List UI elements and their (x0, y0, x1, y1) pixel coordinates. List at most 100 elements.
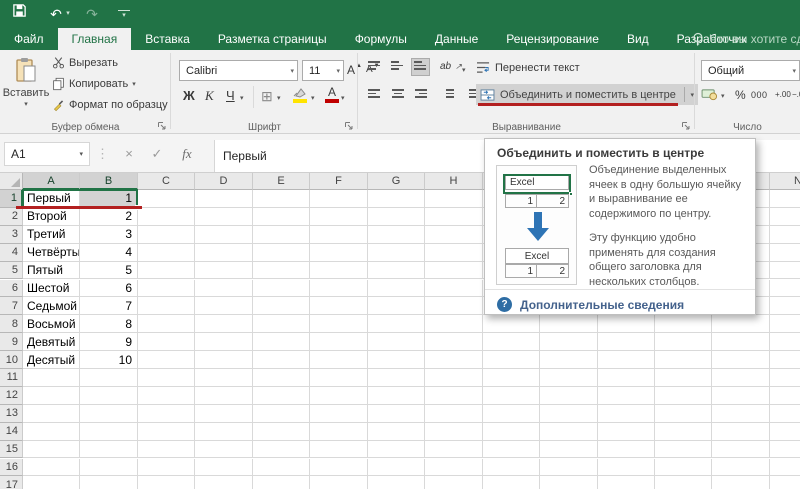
cell-H10[interactable] (425, 351, 483, 369)
cell-C16[interactable] (138, 458, 195, 477)
cell-I10[interactable] (483, 351, 540, 369)
cell-C1[interactable] (138, 190, 195, 208)
cell-F7[interactable] (310, 297, 368, 316)
cell-F15[interactable] (310, 440, 368, 459)
cell-L9[interactable] (655, 333, 712, 352)
row-header-17[interactable]: 17 (0, 476, 23, 489)
cell-H5[interactable] (425, 261, 483, 280)
cell-N8[interactable] (770, 315, 800, 334)
name-box[interactable]: A1 ▾ (4, 142, 90, 166)
cell-C8[interactable] (138, 315, 195, 334)
cell-N5[interactable] (770, 262, 800, 280)
cell-A14[interactable] (23, 422, 80, 441)
cell-J8[interactable] (540, 315, 598, 334)
cell-N9[interactable] (770, 333, 800, 352)
cell-I15[interactable] (483, 440, 540, 459)
cell-B11[interactable] (80, 369, 138, 387)
cell-C10[interactable] (138, 351, 195, 369)
align-middle-icon[interactable] (389, 59, 406, 75)
tab-Формулы[interactable]: Формулы (341, 28, 421, 50)
cell-F17[interactable] (310, 476, 368, 489)
cell-E14[interactable] (253, 422, 310, 441)
customize-qat-icon[interactable]: ▾ (118, 10, 130, 22)
cell-A9[interactable]: Девятый (23, 333, 80, 352)
cell-N1[interactable] (770, 190, 800, 208)
cell-A5[interactable]: Пятый (23, 261, 80, 280)
cell-C7[interactable] (138, 297, 195, 316)
merge-and-center-button[interactable]: Объединить и поместить в центре ▾ (476, 84, 698, 105)
save-icon[interactable] (12, 3, 30, 25)
cell-E5[interactable] (253, 261, 310, 280)
column-header-E[interactable]: E (253, 173, 310, 190)
cell-L16[interactable] (655, 458, 712, 477)
cell-N11[interactable] (770, 369, 800, 387)
tab-Данные[interactable]: Данные (421, 28, 492, 50)
cell-D14[interactable] (195, 422, 253, 441)
align-top-icon[interactable] (366, 59, 383, 75)
cell-C13[interactable] (138, 404, 195, 423)
cell-J13[interactable] (540, 404, 598, 423)
fill-color-icon[interactable] (293, 88, 307, 103)
cell-N3[interactable] (770, 226, 800, 244)
cell-D16[interactable] (195, 458, 253, 477)
cell-K10[interactable] (598, 351, 655, 369)
cell-N2[interactable] (770, 208, 800, 226)
font-size-combobox[interactable]: 11 ▾ (302, 60, 344, 81)
cell-H4[interactable] (425, 243, 483, 262)
align-bottom-icon[interactable] (411, 58, 430, 76)
cell-M8[interactable] (712, 315, 770, 334)
cell-H2[interactable] (425, 207, 483, 226)
cell-F8[interactable] (310, 315, 368, 334)
underline-dropdown-icon[interactable]: ▾ (240, 94, 244, 102)
cell-F4[interactable] (310, 243, 368, 262)
insert-function-icon[interactable]: fx (174, 142, 200, 166)
row-header-8[interactable]: 8 (0, 315, 23, 334)
tab-Рецензирование[interactable]: Рецензирование (492, 28, 613, 50)
accounting-format-icon[interactable] (701, 88, 718, 101)
cell-D11[interactable] (195, 369, 253, 387)
cell-C14[interactable] (138, 422, 195, 441)
cell-F10[interactable] (310, 351, 368, 369)
cell-A6[interactable]: Шестой (23, 279, 80, 298)
cell-A3[interactable]: Третий (23, 225, 80, 244)
cell-M10[interactable] (712, 351, 770, 369)
cell-M15[interactable] (712, 440, 770, 459)
cell-J12[interactable] (540, 386, 598, 405)
cell-C5[interactable] (138, 261, 195, 280)
tab-Вставка[interactable]: Вставка (131, 28, 204, 50)
increase-decimal-button[interactable]: +.00 (775, 90, 791, 99)
cell-M9[interactable] (712, 333, 770, 352)
cut-button[interactable]: Вырезать (52, 56, 118, 69)
cell-F9[interactable] (310, 333, 368, 352)
number-format-combobox[interactable]: Общий ▾ (701, 60, 800, 81)
fill-color-dropdown-icon[interactable]: ▾ (311, 94, 315, 102)
cell-A8[interactable]: Восьмой (23, 315, 80, 334)
cell-B9[interactable]: 9 (80, 333, 138, 352)
cell-D1[interactable] (195, 190, 253, 208)
cell-D2[interactable] (195, 207, 253, 226)
cell-G13[interactable] (368, 404, 425, 423)
cell-H1[interactable] (425, 190, 483, 208)
cell-G16[interactable] (368, 458, 425, 477)
cell-J9[interactable] (540, 333, 598, 352)
column-header-D[interactable]: D (195, 173, 253, 190)
row-header-14[interactable]: 14 (0, 422, 23, 441)
cell-A15[interactable] (23, 440, 80, 459)
cell-A13[interactable] (23, 404, 80, 423)
paste-dropdown-icon[interactable]: ▾ (24, 100, 28, 108)
tab-Вид[interactable]: Вид (613, 28, 663, 50)
cell-E9[interactable] (253, 333, 310, 352)
cell-A17[interactable] (23, 476, 80, 489)
align-center-icon[interactable] (389, 87, 406, 103)
cell-K8[interactable] (598, 315, 655, 334)
column-header-A[interactable]: A (23, 173, 80, 190)
cell-J15[interactable] (540, 440, 598, 459)
cell-A2[interactable]: Второй (23, 207, 80, 226)
name-box-dropdown-icon[interactable]: ▾ (79, 150, 83, 158)
cell-B3[interactable]: 3 (80, 225, 138, 244)
row-header-9[interactable]: 9 (0, 333, 23, 352)
cell-G11[interactable] (368, 369, 425, 387)
cell-D15[interactable] (195, 440, 253, 459)
cell-K13[interactable] (598, 404, 655, 423)
tab-Главная[interactable]: Главная (57, 28, 132, 50)
